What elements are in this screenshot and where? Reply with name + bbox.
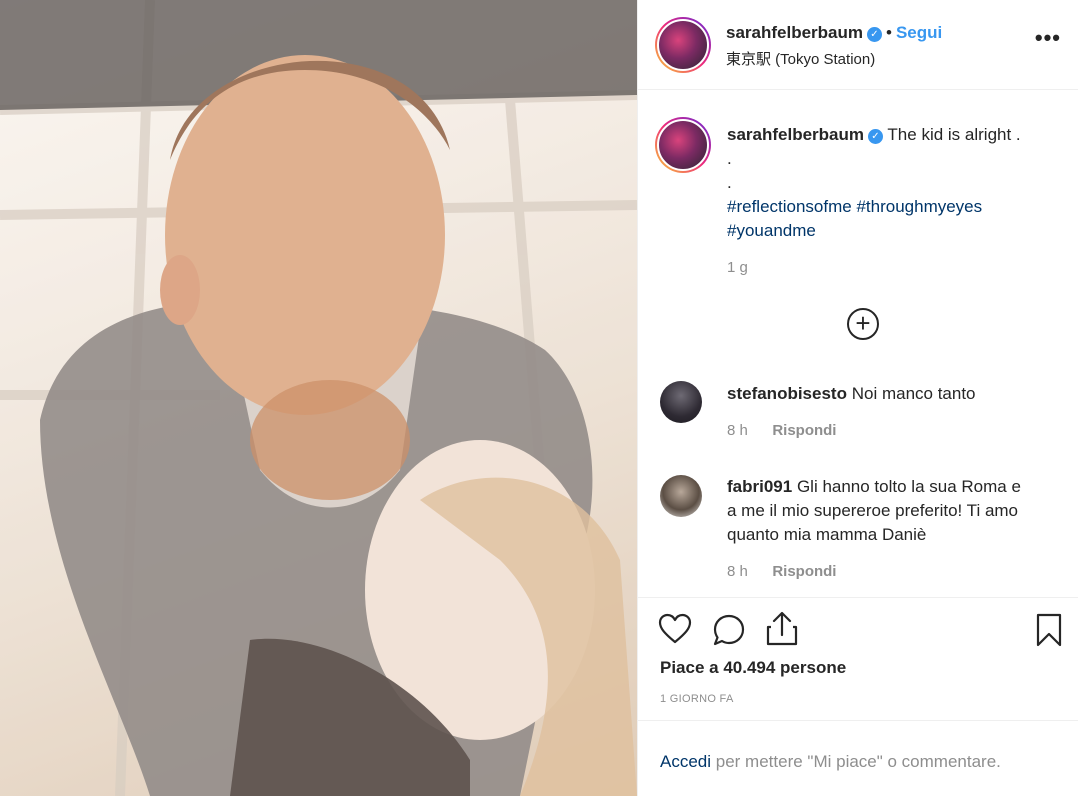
comment-avatar[interactable] (660, 475, 702, 517)
comment-text-line-2: a me il mio supereroe preferito! Ti amo (727, 501, 1019, 520)
reply-button[interactable]: Rispondi (772, 563, 836, 580)
caption-avatar[interactable] (655, 117, 711, 173)
verified-badge-icon: ✓ (868, 129, 883, 144)
login-prompt: Accedi per mettere "Mi piace" o commenta… (660, 752, 1001, 772)
share-icon[interactable] (765, 611, 799, 652)
comment-text-line-1: Gli hanno tolto la sua Roma e (796, 477, 1021, 496)
author-avatar[interactable] (655, 17, 711, 73)
post-location[interactable]: 東京駅 (Tokyo Station) (726, 48, 875, 69)
comment-text-line-3: quanto mia mamma Daniè (727, 525, 927, 544)
heart-icon[interactable] (658, 613, 692, 650)
login-link[interactable]: Accedi (660, 752, 711, 771)
post-photo[interactable] (0, 0, 637, 796)
comment-icon[interactable] (712, 613, 746, 652)
caption-username[interactable]: sarahfelberbaum (727, 125, 864, 144)
caption-line-2: . (727, 149, 732, 168)
caption-hashtags-1[interactable]: #reflectionsofme #throughmyeyes (727, 195, 1067, 219)
login-prompt-text: per mettere "Mi piace" o commentare. (715, 752, 1001, 771)
caption: sarahfelberbaum ✓ The kid is alright . . … (727, 123, 1067, 276)
photo-illustration (0, 0, 637, 796)
separator-dot: • (886, 23, 892, 42)
action-bar: Piace a 40.494 persone 1 GIORNO FA (638, 597, 1078, 721)
header-title-row: sarahfelberbaum ✓ • Segui (726, 23, 942, 43)
author-username[interactable]: sarahfelberbaum (726, 23, 863, 42)
comment-username[interactable]: stefanobisesto (727, 384, 847, 403)
caption-text: The kid is alright . (887, 125, 1021, 144)
post-date[interactable]: 1 GIORNO FA (660, 693, 734, 705)
post-side-panel: sarahfelberbaum ✓ • Segui 東京駅 (Tokyo Statio… (637, 0, 1078, 796)
verified-badge-icon: ✓ (867, 27, 882, 42)
comment-item: fabri091 Gli hanno tolto la sua Roma e a… (727, 475, 1067, 581)
comment-username[interactable]: fabri091 (727, 477, 792, 496)
bookmark-icon[interactable] (1035, 613, 1063, 652)
comment-avatar[interactable] (660, 381, 702, 423)
comment-time[interactable]: 8 h (727, 563, 748, 580)
caption-hashtags-2[interactable]: #youandme (727, 219, 1067, 243)
likes-count[interactable]: Piace a 40.494 persone (660, 658, 846, 678)
caption-time[interactable]: 1 g (727, 259, 1067, 276)
post-header: sarahfelberbaum ✓ • Segui 東京駅 (Tokyo Statio… (638, 0, 1078, 90)
more-options-icon[interactable]: ••• (1035, 27, 1061, 49)
comment-time[interactable]: 8 h (727, 422, 748, 439)
load-more-comments-button[interactable]: + (847, 308, 879, 340)
comments-section: sarahfelberbaum ✓ The kid is alright . . … (638, 91, 1078, 596)
reply-button[interactable]: Rispondi (772, 422, 836, 439)
comment-text: Noi manco tanto (851, 384, 976, 403)
follow-button[interactable]: Segui (896, 23, 942, 42)
comment-item: stefanobisesto Noi manco tanto 8 h Rispo… (727, 382, 1067, 440)
caption-line-3: . (727, 173, 732, 192)
